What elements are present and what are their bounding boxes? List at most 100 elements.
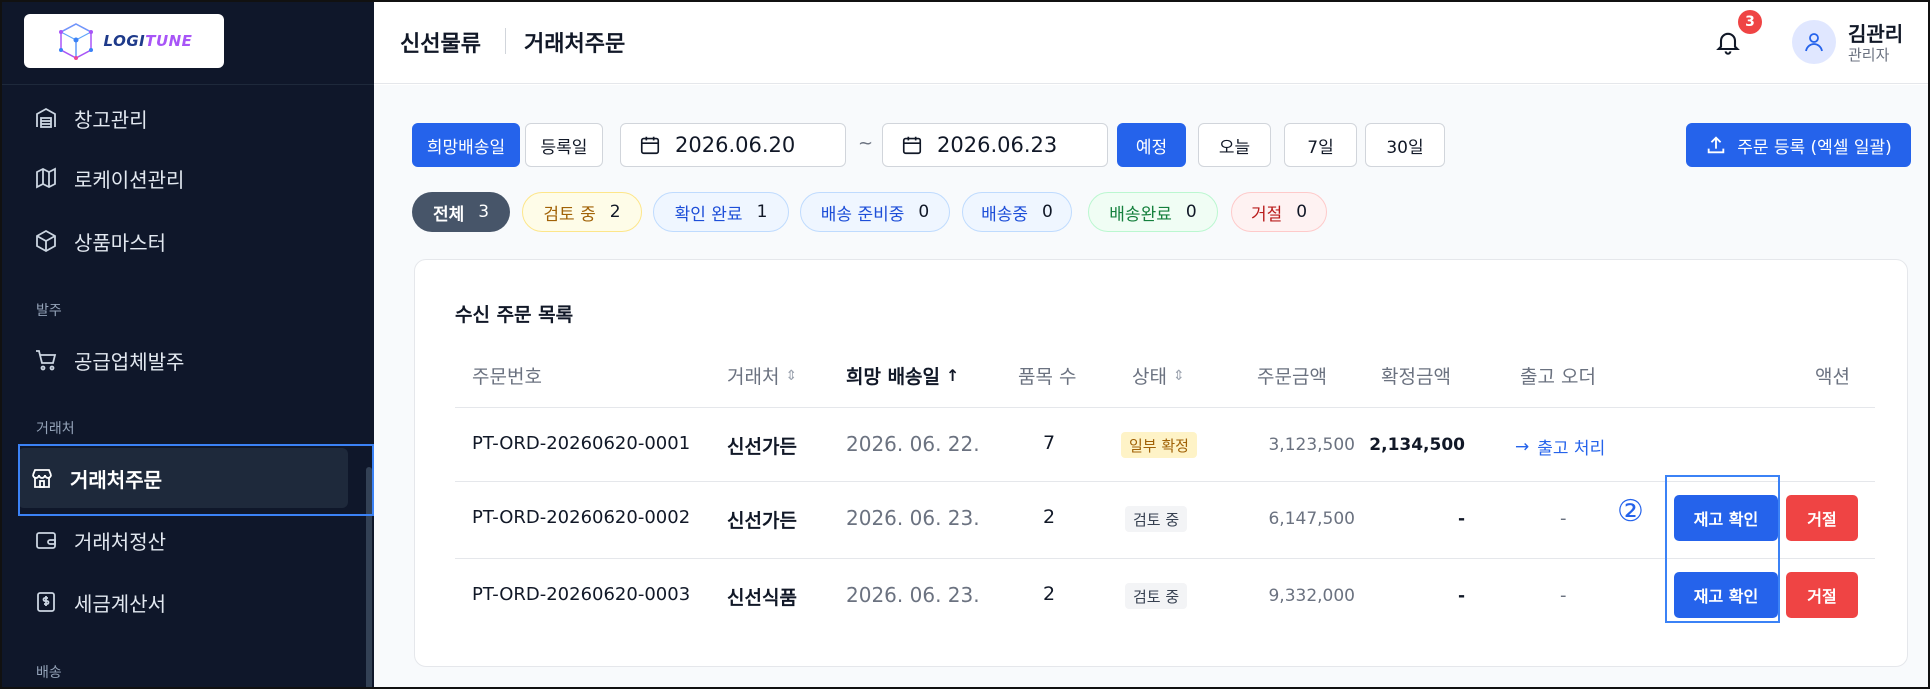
header-ship-order: 출고 오더 <box>1520 366 1596 388</box>
notification-button[interactable] <box>1714 28 1742 56</box>
row-divider <box>455 407 1875 408</box>
wallet-icon <box>36 532 56 549</box>
sidebar-item-tax-invoice[interactable]: 세금계산서 <box>22 574 347 630</box>
item-count: 7 <box>1043 432 1056 454</box>
chip-label: 배송 준비중 <box>820 204 905 225</box>
chip-shipping[interactable]: 배송중 0 <box>962 192 1072 232</box>
reject-button[interactable]: 거절 <box>1786 572 1858 618</box>
chip-count: 0 <box>1296 202 1308 222</box>
chip-label: 검토 중 <box>543 204 596 225</box>
chip-preparing[interactable]: 배송 준비중 0 <box>800 192 950 232</box>
header-order-amount: 주문금액 <box>1257 366 1327 388</box>
start-date-input[interactable]: 2026.06.20 <box>620 123 846 167</box>
sidebar-section-client: 거래처 <box>36 421 75 437</box>
sidebar-item-product-master[interactable]: 상품마스터 <box>22 213 347 269</box>
preset-7days-button[interactable]: 7일 <box>1284 123 1357 167</box>
sidebar-divider <box>2 84 374 85</box>
user-icon <box>1805 33 1823 52</box>
chip-delivered[interactable]: 배송완료 0 <box>1088 192 1218 232</box>
order-number[interactable]: PT-ORD-20260620-0003 <box>472 584 690 605</box>
end-date-input[interactable]: 2026.06.23 <box>882 123 1108 167</box>
logo-cube-icon <box>58 23 93 60</box>
reject-button[interactable]: 거절 <box>1786 495 1858 541</box>
logo-text: LOGITUNE <box>103 32 193 50</box>
row-divider <box>455 481 1875 482</box>
header-action: 액션 <box>1815 366 1850 388</box>
header-client[interactable]: 거래처 ⇕ <box>727 362 797 389</box>
chip-count: 3 <box>478 202 490 222</box>
date-type-delivery-button[interactable]: 희망배송일 <box>412 123 520 167</box>
cart-icon <box>36 350 57 371</box>
annotation-box-1 <box>18 444 374 516</box>
avatar[interactable] <box>1792 20 1836 64</box>
chip-count: 1 <box>756 202 768 222</box>
chip-confirmed[interactable]: 확인 완료 1 <box>653 192 789 232</box>
ship-order-empty: - <box>1560 508 1567 529</box>
map-icon <box>36 167 56 189</box>
end-date-value: 2026.06.23 <box>937 133 1058 157</box>
start-date-value: 2026.06.20 <box>675 133 796 157</box>
confirmed-amount: 2,134,500 <box>1369 435 1465 455</box>
sidebar-item-supplier-order[interactable]: 공급업체발주 <box>22 332 347 388</box>
order-number[interactable]: PT-ORD-20260620-0001 <box>472 433 690 454</box>
header-order-no: 주문번호 <box>472 366 542 388</box>
delivery-date: 2026. 06. 22. <box>846 432 980 456</box>
sidebar-item-label: 창고관리 <box>74 107 148 132</box>
top-header: 신선물류 거래처주문 3 김관리 관리자 <box>374 2 1928 84</box>
status-badge: 검토 중 <box>1125 583 1188 609</box>
header-status[interactable]: 상태 ⇕ <box>1132 362 1185 389</box>
sidebar-item-label: 상품마스터 <box>74 230 166 255</box>
chip-rejected[interactable]: 거절 0 <box>1231 192 1327 232</box>
order-number[interactable]: PT-ORD-20260620-0002 <box>472 507 690 528</box>
preset-30days-button[interactable]: 30일 <box>1365 123 1445 167</box>
sidebar-item-label: 로케이션관리 <box>74 167 185 192</box>
sidebar-item-location[interactable]: 로케이션관리 <box>22 150 347 206</box>
warehouse-icon <box>36 107 56 128</box>
order-amount: 6,147,500 <box>1268 509 1355 529</box>
confirmed-amount: - <box>1457 586 1465 606</box>
ship-process-label: 출고 처리 <box>1537 439 1606 459</box>
client-name: 신선가든 <box>727 436 797 458</box>
confirmed-amount: - <box>1457 509 1465 529</box>
bell-icon <box>1716 32 1740 55</box>
item-count: 2 <box>1043 583 1056 605</box>
chip-reviewing[interactable]: 검토 중 2 <box>522 192 642 232</box>
invoice-icon <box>37 592 55 612</box>
status-badge: 검토 중 <box>1125 506 1188 532</box>
sidebar-section-purchase: 발주 <box>36 303 62 319</box>
sidebar-item-label: 세금계산서 <box>74 591 166 616</box>
package-icon <box>36 229 56 253</box>
sidebar-item-client-settlement[interactable]: 거래처정산 <box>22 512 347 568</box>
sidebar-item-warehouse[interactable]: 창고관리 <box>22 90 347 146</box>
notification-badge: 3 <box>1738 10 1762 34</box>
order-amount: 3,123,500 <box>1268 435 1355 455</box>
header-delivery-date[interactable]: 희망 배송일 ↑ <box>846 362 959 389</box>
delivery-date: 2026. 06. 23. <box>846 506 980 530</box>
user-name: 김관리 <box>1848 22 1904 46</box>
chip-label: 배송완료 <box>1109 204 1172 225</box>
sort-icon: ⇕ <box>785 367 798 384</box>
sidebar-item-label: 공급업체발주 <box>74 349 185 374</box>
sort-icon: ⇕ <box>1172 367 1185 384</box>
calendar-icon <box>902 136 922 155</box>
annotation-box-2 <box>1665 475 1780 623</box>
preset-scheduled-button[interactable]: 예정 <box>1117 123 1186 167</box>
date-type-registered-button[interactable]: 등록일 <box>525 123 603 167</box>
header-item-count: 품목 수 <box>1018 366 1077 388</box>
client-name: 신선식품 <box>727 587 797 609</box>
annotation-number-2: ② <box>1617 494 1644 529</box>
ship-order-empty: - <box>1560 585 1567 606</box>
item-count: 2 <box>1043 506 1056 528</box>
chip-label: 확인 완료 <box>674 204 743 225</box>
logo[interactable]: LOGITUNE <box>24 14 224 68</box>
upload-orders-button[interactable]: 주문 등록 (엑셀 일괄) <box>1686 123 1911 167</box>
preset-today-button[interactable]: 오늘 <box>1198 123 1271 167</box>
chip-all[interactable]: 전체 3 <box>412 192 510 232</box>
chip-count: 0 <box>918 202 930 222</box>
order-amount: 9,332,000 <box>1268 586 1355 606</box>
chip-label: 전체 <box>432 204 465 225</box>
breadcrumb-root[interactable]: 신선물류 <box>400 26 481 58</box>
ship-process-link[interactable]: → 출고 처리 <box>1515 434 1606 460</box>
sidebar: LOGITUNE 창고관리 로케이션관리 상품마스터 발주 공급업체발주 거래처… <box>2 2 374 687</box>
upload-icon <box>1707 136 1725 154</box>
